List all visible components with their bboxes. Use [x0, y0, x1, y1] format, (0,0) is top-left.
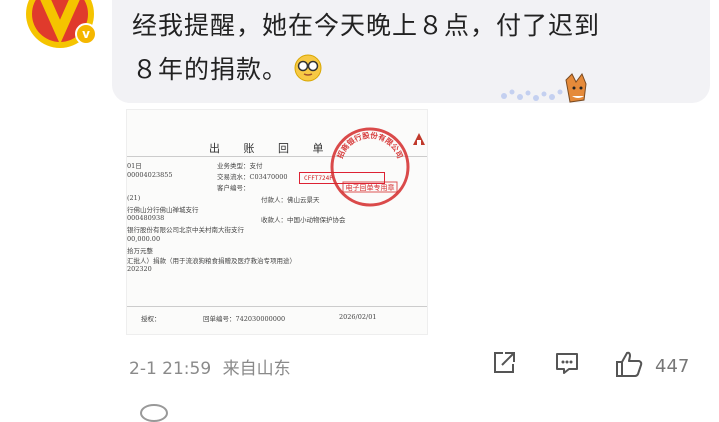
share-button[interactable]	[491, 350, 517, 380]
avatar[interactable]: v	[22, 0, 102, 50]
fox-sticker-icon	[490, 70, 590, 106]
receipt-title: 出 账 回 单	[209, 142, 334, 155]
receipt-image[interactable]: 出 账 回 单 01日 00004023855 业务类型：支付 交易流水：C03…	[127, 110, 427, 334]
bank-stamp: 招商银行股份有限公司 电子回单专用章	[327, 124, 413, 210]
receipt-line: 银行股份有限公司北京中关村南大街支行	[127, 226, 244, 234]
receipt-line: 000480938	[127, 214, 165, 222]
comment-text-line1: 经我提醒，她在今天晚上８点，付了迟到	[132, 11, 601, 40]
comment-text-line2: ８年的捐款。	[132, 55, 289, 84]
receipt-divider	[127, 306, 427, 307]
receipt-line: 客户编号：	[217, 184, 250, 192]
comment-meta: 2-1 21:59 来自山东	[129, 354, 297, 379]
receipt-line: 拾万元整	[127, 247, 153, 255]
receipt-line: 汇批人）捐款（用于流浪狗粮食捐赠及医疗救治专项用途）	[127, 257, 296, 265]
share-icon	[494, 352, 515, 373]
receipt-line: 202320	[127, 265, 152, 273]
comment-location: 来自山东	[222, 359, 291, 379]
bank-logo-icon	[413, 133, 425, 145]
receipt-line: 收款人：中国小动物保护协会	[261, 216, 346, 224]
glasses-face-emoji-icon	[294, 52, 322, 82]
stamp-text-top: 招商银行股份有限公司	[335, 130, 405, 160]
receipt-line: 授权：	[141, 315, 161, 323]
like-button[interactable]	[614, 350, 644, 382]
stamp-text-bottom: 电子回单专用章	[346, 183, 395, 192]
svg-text:招商银行股份有限公司: 招商银行股份有限公司	[335, 130, 405, 160]
next-avatar-edge	[140, 404, 168, 422]
receipt-line: 00004023855	[127, 171, 173, 179]
thumbs-up-icon	[616, 351, 643, 377]
comment-bubble: 经我提醒，她在今天晚上８点，付了迟到 ８年的捐款。	[112, 0, 710, 103]
receipt-line: 2026/02/01	[339, 313, 377, 321]
receipt-line: 交易流水：C03470000	[217, 173, 288, 181]
receipt-line: (21)	[127, 194, 141, 202]
reply-button[interactable]	[554, 350, 580, 380]
comment-icon	[556, 353, 578, 374]
like-count: 447	[655, 356, 690, 377]
receipt-line: 00,000.00	[127, 235, 161, 243]
receipt-line: 业务类型：支付	[217, 162, 263, 170]
comment-text: 经我提醒，她在今天晚上８点，付了迟到 ８年的捐款。	[132, 4, 692, 92]
receipt-line: 回单编号：742030000000	[203, 315, 286, 323]
receipt-line: 01日	[127, 162, 142, 170]
svg-text:v: v	[82, 27, 90, 41]
comment-date: 2-1 21:59	[129, 359, 212, 379]
receipt-line: 行佛山分行佛山禅城支行	[127, 206, 199, 214]
receipt-line: 付款人：佛山云景天	[261, 196, 320, 204]
